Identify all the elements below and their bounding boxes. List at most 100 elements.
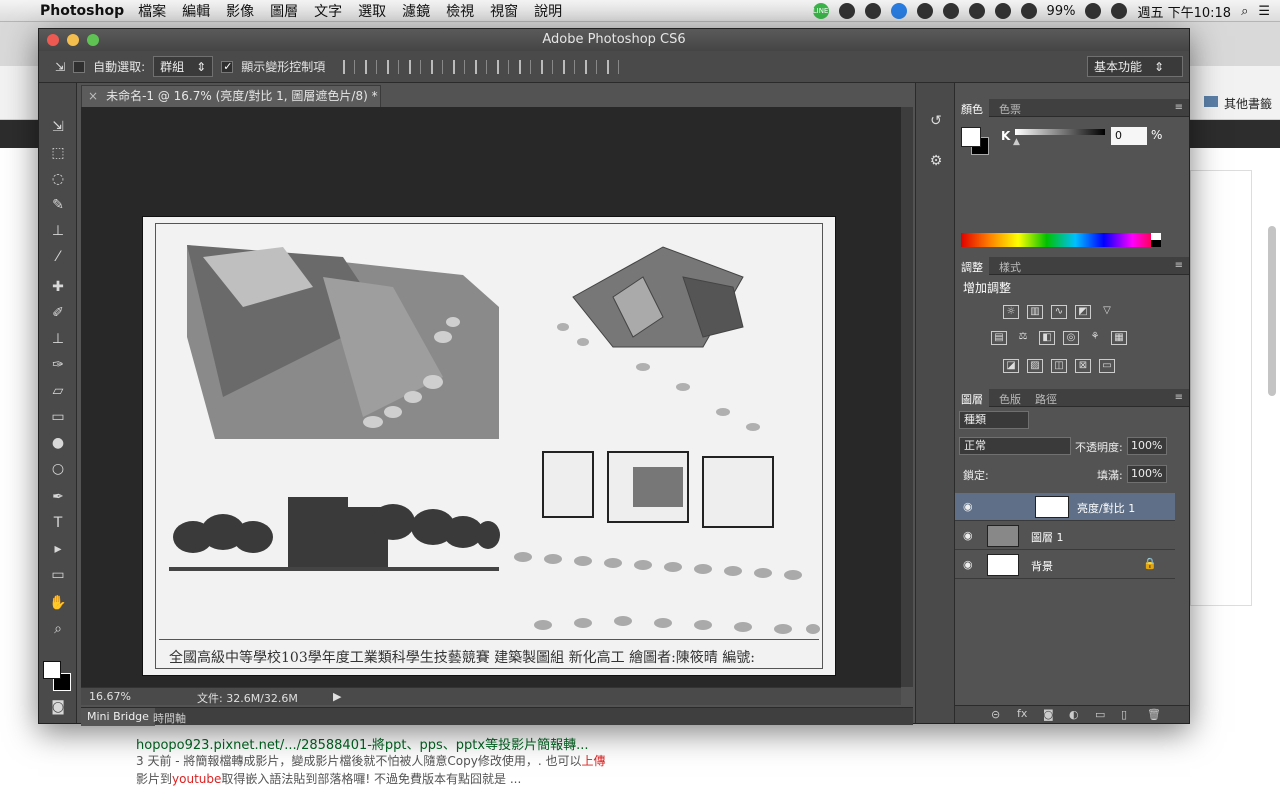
layer-filter-dropdown[interactable]: 種類 — [959, 411, 1029, 429]
fill-input[interactable]: 100% — [1127, 465, 1167, 483]
page-scrollbar[interactable] — [1268, 226, 1276, 396]
levels-icon[interactable]: ▥ — [1027, 305, 1043, 319]
battery-icon[interactable] — [1085, 3, 1102, 19]
distribute-top-icon[interactable] — [475, 59, 488, 74]
k-slider-thumb[interactable]: ▲ — [1013, 137, 1020, 147]
auto-select-dropdown[interactable]: 群組 ⇕ — [153, 56, 214, 77]
curves-icon[interactable]: ∿ — [1051, 305, 1067, 319]
move-tool-icon[interactable]: ⇲ — [55, 60, 65, 74]
show-transform-checkbox[interactable] — [221, 60, 234, 73]
dodge-tool-icon[interactable]: ○ — [48, 459, 68, 479]
wifi-icon[interactable] — [994, 3, 1011, 19]
eraser-tool-icon[interactable]: ▱ — [48, 381, 68, 401]
menu-filter[interactable]: 濾鏡 — [402, 1, 430, 21]
foreground-color-swatch[interactable] — [43, 661, 61, 679]
menu-image[interactable]: 影像 — [226, 1, 254, 21]
menu-layer[interactable]: 圖層 — [270, 1, 298, 21]
panel-menu-icon[interactable]: ≡ — [1175, 260, 1183, 271]
panel-menu-icon[interactable]: ≡ — [1175, 392, 1183, 403]
history-icon[interactable]: ↺ — [926, 113, 946, 133]
channel-mixer-icon[interactable]: ⚘ — [1087, 331, 1103, 345]
dropbox-icon[interactable] — [864, 3, 881, 19]
quick-select-tool-icon[interactable]: ✎ — [48, 195, 68, 215]
zoom-level[interactable]: 16.67% — [89, 690, 131, 703]
clock[interactable]: 週五 下午10:18 — [1137, 2, 1231, 21]
visibility-eye-icon[interactable]: ◉ — [963, 500, 973, 513]
exposure-icon[interactable]: ◩ — [1075, 305, 1091, 319]
type-tool-icon[interactable]: T — [48, 513, 68, 533]
tab-mini-bridge[interactable]: Mini Bridge — [81, 708, 155, 726]
align-top-icon[interactable] — [343, 59, 356, 74]
clone-stamp-icon[interactable]: ⊥ — [48, 329, 68, 349]
notification-icon[interactable] — [916, 3, 933, 19]
add-mask-icon[interactable]: ◙ — [1043, 708, 1054, 721]
layer-row-background[interactable]: ◉ 背景 🔒 — [955, 551, 1175, 579]
marquee-tool-icon[interactable]: ⬚ — [48, 143, 68, 163]
document-image[interactable]: 全國高級中等學校103學年度工業類科學生技藝競賽 建築製圖組 新化高工 繪圖者:… — [143, 217, 835, 675]
evernote-icon[interactable] — [838, 3, 855, 19]
tab-color[interactable]: 顏色 — [955, 99, 989, 117]
align-left-icon[interactable] — [409, 59, 422, 74]
opacity-input[interactable]: 100% — [1127, 437, 1167, 455]
history-brush-icon[interactable]: ✑ — [48, 355, 68, 375]
brightness-icon[interactable]: ☼ — [1003, 305, 1019, 319]
vibrance-icon[interactable]: ▽ — [1099, 305, 1115, 319]
distribute-bottom-icon[interactable] — [519, 59, 532, 74]
notification-center-icon[interactable]: ☰ — [1258, 4, 1270, 19]
posterize-icon[interactable]: ▨ — [1027, 359, 1043, 373]
invert-icon[interactable]: ◪ — [1003, 359, 1019, 373]
lasso-tool-icon[interactable]: ◌ — [48, 169, 68, 189]
visibility-eye-icon[interactable]: ◉ — [963, 558, 973, 571]
align-hcenter-icon[interactable] — [431, 59, 444, 74]
zoom-tool-icon[interactable]: ⌕ — [48, 619, 68, 639]
hue-saturation-icon[interactable]: ▤ — [991, 331, 1007, 345]
document-tab[interactable]: × 未命名-1 @ 16.7% (亮度/對比 1, 圖層遮色片/8) * — [81, 85, 381, 107]
distribute-left-icon[interactable] — [541, 59, 554, 74]
brush-tool-icon[interactable]: ✐ — [48, 303, 68, 323]
tab-channels[interactable]: 色版 — [999, 391, 1021, 407]
k-value-input[interactable]: 0 — [1111, 127, 1147, 145]
adjustment-layer-icon[interactable]: ◐ — [1069, 708, 1079, 721]
input-source-icon[interactable] — [1111, 3, 1128, 19]
auto-align-icon[interactable] — [607, 59, 620, 74]
menu-view[interactable]: 檢視 — [446, 1, 474, 21]
color-balance-icon[interactable]: ⚖ — [1015, 331, 1031, 345]
properties-icon[interactable]: ⚙ — [926, 153, 946, 173]
menu-edit[interactable]: 編輯 — [182, 1, 210, 21]
eyedropper-tool-icon[interactable]: ⁄ — [48, 247, 68, 267]
blend-mode-dropdown[interactable]: 正常 — [959, 437, 1071, 455]
layer-row-brightness[interactable]: ◉ 亮度/對比 1 — [955, 493, 1175, 521]
tab-adjustments[interactable]: 調整 — [955, 257, 989, 275]
line-icon[interactable]: LINE — [812, 3, 829, 19]
bookmark-other[interactable]: 其他書籤 — [1224, 95, 1272, 112]
status-menu-arrow-icon[interactable]: ▶ — [333, 690, 341, 703]
black-white-icon[interactable]: ◧ — [1039, 331, 1055, 345]
tab-swatches[interactable]: 色票 — [999, 101, 1021, 117]
tab-styles[interactable]: 樣式 — [999, 259, 1021, 275]
workspace-dropdown[interactable]: 基本功能 ⇕ — [1087, 56, 1183, 77]
new-group-icon[interactable]: ▭ — [1095, 708, 1105, 721]
layer-row-layer1[interactable]: ◉ 圖層 1 — [955, 522, 1175, 550]
visibility-eye-icon[interactable]: ◉ — [963, 529, 973, 542]
auto-select-checkbox[interactable] — [73, 60, 86, 73]
distribute-hcenter-icon[interactable] — [563, 59, 576, 74]
align-bottom-icon[interactable] — [387, 59, 400, 74]
layer-thumbnail[interactable] — [987, 554, 1019, 576]
layer-mask-thumbnail[interactable] — [1035, 496, 1069, 518]
tab-timeline[interactable]: 時間軸 — [153, 710, 186, 726]
close-doc-icon[interactable]: × — [88, 89, 98, 103]
minimize-window-button[interactable] — [67, 34, 79, 46]
gradient-tool-icon[interactable]: ▭ — [48, 407, 68, 427]
align-vcenter-icon[interactable] — [365, 59, 378, 74]
new-layer-icon[interactable]: ▯ — [1121, 708, 1127, 721]
canvas-scrollbar[interactable] — [901, 107, 913, 687]
move-tool-icon[interactable]: ⇲ — [48, 117, 68, 137]
menu-select[interactable]: 選取 — [358, 1, 386, 21]
fg-color-chip[interactable] — [961, 127, 981, 147]
distribute-vcenter-icon[interactable] — [497, 59, 510, 74]
menu-type[interactable]: 文字 — [314, 1, 342, 21]
layer-thumbnail[interactable] — [987, 525, 1019, 547]
volume-icon[interactable] — [1020, 3, 1037, 19]
menu-help[interactable]: 說明 — [534, 1, 562, 21]
align-right-icon[interactable] — [453, 59, 466, 74]
